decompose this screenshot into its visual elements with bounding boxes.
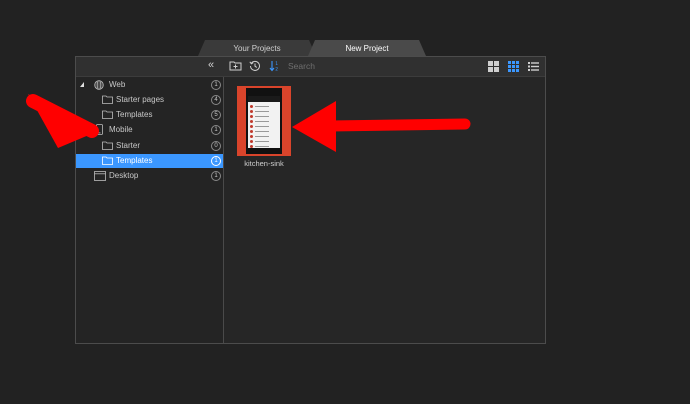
folder-icon — [102, 95, 113, 104]
tree-item-mobile[interactable]: Mobile 1 — [76, 123, 223, 137]
tab-new-project[interactable]: New Project — [308, 40, 426, 56]
preview-line — [250, 130, 278, 133]
tree-item-mobile-templates[interactable]: Templates 1 — [76, 154, 223, 168]
count-badge: 1 — [211, 171, 221, 181]
tree-item-starter-pages[interactable]: Starter pages 4 — [76, 93, 223, 107]
toolbar: « 1 2 — [76, 57, 545, 77]
tab-your-projects[interactable]: Your Projects — [198, 40, 316, 56]
tree-item-label: Starter — [116, 141, 141, 150]
tree-item-label: Templates — [116, 110, 153, 119]
count-badge: 5 — [211, 110, 221, 120]
tree-item-web[interactable]: Web 1 — [76, 78, 223, 92]
small-grid-view-icon[interactable] — [508, 61, 519, 72]
large-grid-view-icon[interactable] — [488, 61, 499, 72]
preview-line — [250, 135, 278, 138]
window-icon — [94, 171, 106, 181]
count-badge: 4 — [211, 95, 221, 105]
preview-line — [250, 145, 278, 148]
preview-header — [248, 96, 280, 102]
template-thumbnail-kitchen-sink[interactable] — [237, 86, 291, 156]
preview-line — [250, 115, 278, 118]
tree-item-label: Starter pages — [116, 95, 165, 104]
tree-item-label: Mobile — [109, 125, 133, 134]
tree-item-web-templates[interactable]: Templates 5 — [76, 108, 223, 122]
preview-screen — [248, 96, 280, 148]
phone-icon — [96, 124, 103, 135]
project-window: « 1 2 Search Web 1 Starter pages 4 Templ… — [75, 56, 546, 344]
preview-line — [250, 125, 278, 128]
count-badge: 1 — [211, 156, 221, 166]
preview-line — [250, 140, 278, 143]
count-badge: 1 — [211, 125, 221, 135]
folder-icon — [102, 141, 113, 150]
history-icon[interactable] — [249, 60, 261, 72]
template-label[interactable]: kitchen-sink — [224, 159, 304, 168]
count-badge: 1 — [211, 80, 221, 90]
svg-text:1: 1 — [275, 61, 278, 67]
preview-line — [250, 105, 278, 108]
tree-item-label: Templates — [116, 156, 153, 165]
template-grid: kitchen-sink — [224, 77, 545, 343]
collapse-sidebar-button[interactable]: « — [204, 59, 218, 73]
folder-icon — [102, 156, 113, 165]
count-badge: 0 — [211, 141, 221, 151]
phone-preview — [246, 88, 282, 154]
tree-item-label: Desktop — [109, 171, 139, 180]
preview-line — [250, 120, 278, 123]
svg-text:2: 2 — [275, 67, 278, 73]
folder-icon — [102, 110, 113, 119]
tree-item-label: Web — [109, 80, 126, 89]
expand-triangle-icon[interactable] — [80, 82, 84, 87]
tree-item-starter[interactable]: Starter 0 — [76, 139, 223, 153]
new-folder-icon[interactable] — [229, 60, 242, 71]
list-view-icon[interactable] — [528, 61, 539, 72]
search-input[interactable] — [288, 59, 468, 73]
preview-line — [250, 110, 278, 113]
sort-icon[interactable]: 1 2 — [269, 60, 281, 72]
tree-item-desktop[interactable]: Desktop 1 — [76, 169, 223, 183]
globe-icon — [94, 80, 104, 90]
expand-triangle-icon[interactable] — [80, 127, 84, 132]
category-tree: Web 1 Starter pages 4 Templates 5 Mobile… — [76, 77, 224, 343]
